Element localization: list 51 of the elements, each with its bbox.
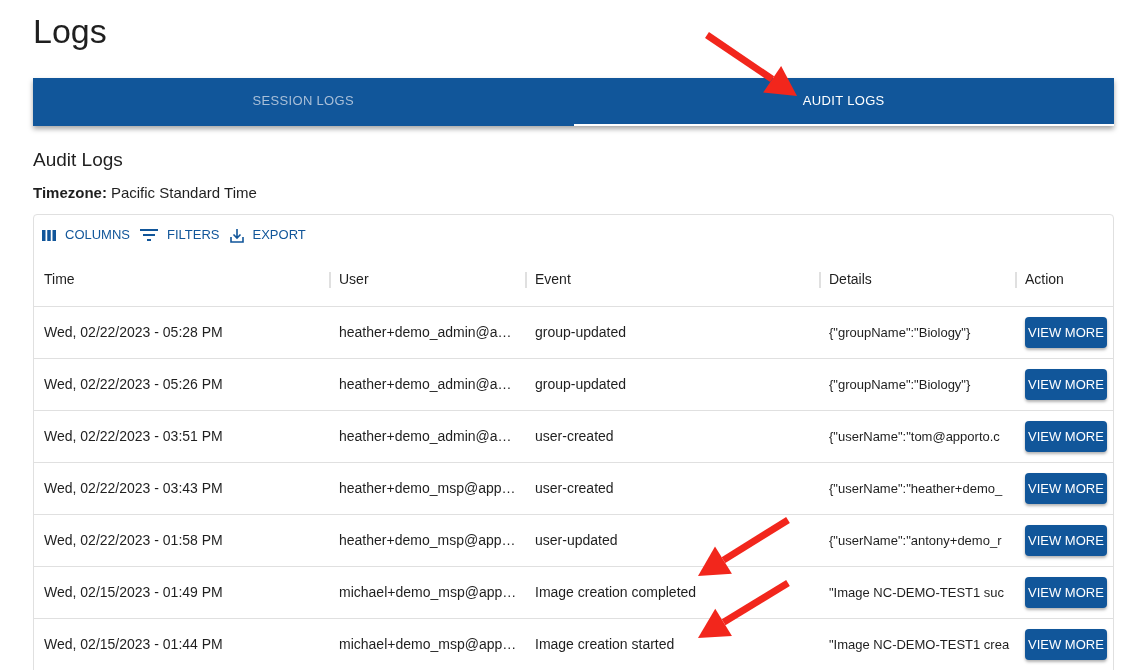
table-cell: Wed, 02/15/2023 - 01:49 PM — [44, 584, 223, 600]
column-header: Action — [1024, 270, 1064, 289]
table-cell: heather+demo_admin@a… — [339, 428, 512, 444]
table-cell: user-created — [535, 480, 614, 496]
table-cell: {"groupName":"Biology"} — [829, 377, 971, 392]
view-more-button[interactable]: VIEW MORE — [1025, 317, 1107, 348]
table-cell: {"userName":"tom@apporto.c — [829, 429, 1000, 444]
table-cell: Image creation started — [535, 636, 675, 652]
table-cell: user-created — [535, 428, 614, 444]
tab[interactable]: SESSION LOGS — [33, 78, 574, 126]
table-cell: Wed, 02/22/2023 - 05:26 PM — [44, 376, 223, 392]
table-cell: Wed, 02/22/2023 - 05:28 PM — [44, 324, 223, 340]
columns-icon — [42, 229, 56, 241]
table-cell: michael+demo_msp@app… — [339, 584, 517, 600]
table-cell: heather+demo_msp@app… — [339, 480, 516, 496]
filters-button[interactable]: FILTERS — [140, 221, 220, 249]
view-more-button[interactable]: VIEW MORE — [1025, 577, 1107, 608]
table-cell: Image creation completed — [535, 584, 697, 600]
table-cell: {"userName":"heather+demo_ — [829, 481, 1003, 496]
export-button[interactable]: EXPORT — [229, 221, 306, 249]
table-cell: Wed, 02/15/2023 - 01:44 PM — [44, 636, 223, 652]
table-cell: {"userName":"antony+demo_r — [829, 533, 1002, 548]
column-header: Time — [43, 270, 75, 289]
view-more-button[interactable]: VIEW MORE — [1025, 421, 1107, 452]
column-header: User — [338, 270, 369, 289]
table-cell: heather+demo_admin@a… — [339, 376, 512, 392]
table-cell: heather+demo_admin@a… — [339, 324, 512, 340]
table-cell: Wed, 02/22/2023 - 03:43 PM — [44, 480, 223, 496]
table-cell: "Image NC-DEMO-TEST1 suc — [829, 585, 1005, 600]
table-cell: user-updated — [535, 532, 618, 548]
section-title: Audit Logs — [33, 148, 124, 172]
table-cell: michael+demo_msp@app… — [339, 636, 517, 652]
table-cell: Wed, 02/22/2023 - 01:58 PM — [44, 532, 223, 548]
column-header: Event — [534, 270, 571, 289]
view-more-button[interactable]: VIEW MORE — [1025, 369, 1107, 400]
table-cell: Wed, 02/22/2023 - 03:51 PM — [44, 428, 223, 444]
filter-icon — [140, 229, 158, 241]
table-cell: heather+demo_msp@app… — [339, 532, 516, 548]
view-more-button[interactable]: VIEW MORE — [1025, 473, 1107, 504]
view-more-button[interactable]: VIEW MORE — [1025, 525, 1107, 556]
view-more-button[interactable]: VIEW MORE — [1025, 629, 1107, 660]
table-cell: "Image NC-DEMO-TEST1 crea — [829, 637, 1010, 652]
download-icon — [229, 227, 244, 243]
table-cell: group-updated — [535, 376, 627, 392]
table-cell: group-updated — [535, 324, 627, 340]
page-title: Logs — [33, 11, 108, 52]
timezone-label: Timezone: — [33, 183, 107, 203]
columns-button[interactable]: COLUMNS — [42, 221, 130, 249]
column-header: Details — [828, 270, 872, 289]
table-cell: {"groupName":"Biology"} — [829, 325, 971, 340]
timezone-value: Pacific Standard Time — [110, 183, 257, 203]
